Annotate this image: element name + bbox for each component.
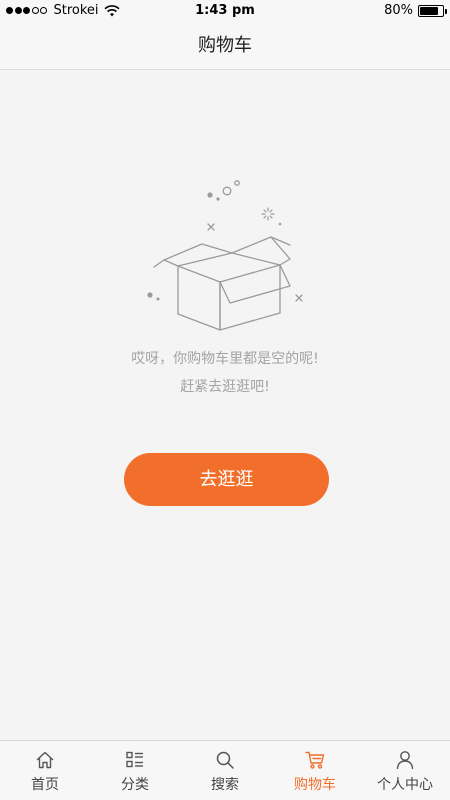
home-icon [36,751,54,769]
tab-label-search: 搜索 [211,777,239,793]
tab-profile[interactable]: 个人中心 [360,741,450,800]
empty-message-line1: 哎呀，你购物车里都是空的呢! [131,351,319,367]
tab-home[interactable]: 首页 [0,741,90,800]
category-list-icon [126,751,143,768]
battery-percent: 80% [384,3,413,18]
tab-cart[interactable]: 购物车 [270,741,360,800]
page-title: 购物车 [198,35,252,56]
status-right: 80% [384,3,447,18]
battery-icon [418,4,447,17]
battery-fill [420,6,438,15]
navigation-bar: 购物车 [0,22,450,70]
empty-cart-message: 哎呀，你购物车里都是空的呢! 赶紧去逛逛吧! [0,345,450,401]
tab-category[interactable]: 分类 [90,741,180,800]
go-shopping-button[interactable]: 去逛逛 [124,453,329,506]
cart-icon [305,751,325,769]
search-icon [216,751,234,769]
tab-search[interactable]: 搜索 [180,741,270,800]
tab-label-category: 分类 [121,777,149,793]
bottom-tab-bar: 首页 分类 搜索 购物车 个人中心 [0,740,450,800]
empty-box-icon [147,180,303,331]
tab-label-profile: 个人中心 [377,777,433,793]
tab-label-home: 首页 [31,777,59,793]
empty-message-line2: 赶紧去逛逛吧! [180,379,270,395]
cart-screen: Strokei 1:43 pm 80% 购物车 哎呀，你购物车里都是空的呢! 赶… [0,0,450,800]
status-time: 1:43 pm [195,3,255,18]
user-icon [396,751,414,770]
tab-label-cart: 购物车 [294,777,336,793]
status-bar: Strokei 1:43 pm 80% [0,0,450,22]
